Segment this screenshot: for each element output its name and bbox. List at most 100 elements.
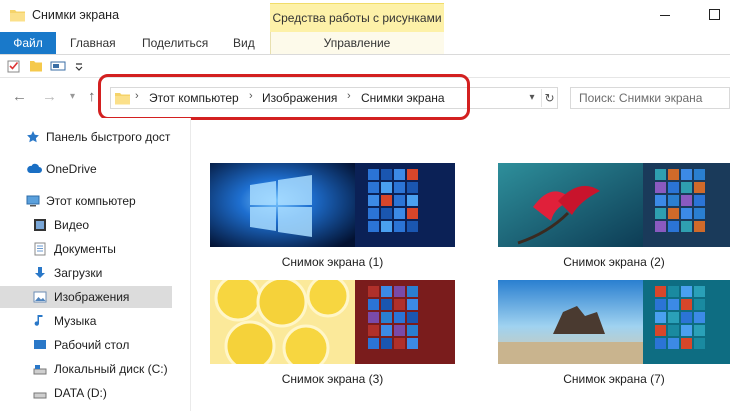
start-tile (668, 169, 679, 180)
start-tile (407, 338, 418, 349)
computer-icon (26, 195, 40, 207)
file-thumbnail-1[interactable] (210, 163, 455, 247)
start-tile (394, 312, 405, 323)
start-tile (394, 325, 405, 336)
refresh-icon[interactable]: ↻ (541, 89, 557, 107)
minimize-button[interactable] (642, 0, 688, 30)
sidebar-item-label: OneDrive (46, 162, 97, 176)
new-folder-icon[interactable] (29, 59, 43, 73)
start-tile (668, 195, 679, 206)
navigation-pane-scrollbar[interactable] (178, 118, 190, 411)
navigation-pane: Панель быстрого дост OneDrive Этот компь… (0, 118, 178, 411)
thumbnail-image (210, 280, 455, 364)
start-tile (655, 299, 666, 310)
up-arrow-icon[interactable]: ↑ (88, 87, 96, 107)
pane-divider (190, 118, 191, 411)
start-tile (655, 325, 666, 336)
pictures-icon (33, 291, 47, 303)
music-icon (34, 315, 43, 326)
address-highlight-annotation (98, 74, 470, 120)
start-tile (655, 169, 666, 180)
start-tile (655, 312, 666, 323)
start-tile (668, 221, 679, 232)
start-tile (694, 338, 705, 349)
drive-icon (33, 392, 47, 399)
start-tile (694, 208, 705, 219)
start-tile (407, 182, 418, 193)
start-tile (694, 195, 705, 206)
tab-file[interactable]: Файл (0, 32, 56, 54)
file-name-7[interactable]: Снимок экрана (7) (498, 372, 730, 386)
sidebar-item-music[interactable]: Музыка (0, 310, 172, 332)
search-placeholder: Поиск: Снимки экрана (579, 91, 703, 105)
sidebar-item-downloads[interactable]: Загрузки (0, 262, 172, 284)
tab-share[interactable]: Поделиться (142, 32, 208, 54)
start-tile (681, 182, 692, 193)
sidebar-item-desktop[interactable]: Рабочий стол (0, 334, 172, 356)
start-tile (407, 312, 418, 323)
start-tile (668, 286, 679, 297)
start-tile (655, 208, 666, 219)
sidebar-item-label: Изображения (54, 290, 130, 304)
start-tile (394, 169, 405, 180)
start-tile (694, 221, 705, 232)
properties-icon[interactable] (7, 59, 21, 73)
rename-icon[interactable] (50, 59, 66, 73)
sidebar-item-label: DATA (D:) (54, 386, 107, 400)
start-tile (381, 169, 392, 180)
file-name-2[interactable]: Снимок экрана (2) (498, 255, 730, 269)
start-tile (655, 182, 666, 193)
start-tile (407, 286, 418, 297)
sidebar-item-data-drive[interactable]: DATA (D:) (0, 382, 172, 404)
file-name-1[interactable]: Снимок экрана (1) (210, 255, 455, 269)
maximize-button[interactable] (690, 0, 730, 30)
start-tile (381, 221, 392, 232)
start-tile (381, 208, 392, 219)
start-tile (681, 312, 692, 323)
sidebar-item-pictures[interactable]: Изображения (0, 286, 172, 308)
chevron-down-icon[interactable]: ▾ (525, 89, 539, 107)
sidebar-item-video[interactable]: Видео (0, 214, 172, 236)
start-tile (694, 325, 705, 336)
start-tile (381, 286, 392, 297)
sidebar-item-label: Панель быстрого дост (46, 130, 171, 144)
tab-manage[interactable]: Управление (270, 32, 444, 54)
start-tile (681, 338, 692, 349)
sidebar-item-this-pc[interactable]: Этот компьютер (0, 190, 172, 212)
customize-toolbar-icon[interactable] (74, 59, 84, 73)
start-tile (368, 221, 379, 232)
forward-arrow-icon[interactable]: → (42, 87, 57, 107)
sidebar-item-documents[interactable]: Документы (0, 238, 172, 260)
sidebar-item-label: Этот компьютер (46, 194, 136, 208)
start-tile (694, 286, 705, 297)
start-tile (368, 286, 379, 297)
start-tile (407, 221, 418, 232)
start-tile (668, 312, 679, 323)
start-tile (407, 195, 418, 206)
start-tile (394, 182, 405, 193)
start-tile (655, 195, 666, 206)
tab-view[interactable]: Вид (233, 32, 255, 54)
sidebar-item-onedrive[interactable]: OneDrive (0, 158, 172, 180)
thumbnail-image (210, 163, 455, 247)
start-tile (655, 221, 666, 232)
contextual-tab-group: Средства работы с рисунками (270, 3, 444, 33)
desktop-icon (34, 340, 46, 349)
search-input[interactable]: Поиск: Снимки экрана (570, 87, 730, 109)
file-thumbnail-3[interactable] (210, 280, 455, 364)
back-arrow-icon[interactable]: ← (12, 87, 27, 107)
start-tile (668, 182, 679, 193)
start-tile (668, 325, 679, 336)
file-name-3[interactable]: Снимок экрана (3) (210, 372, 455, 386)
start-tile (368, 299, 379, 310)
sidebar-item-local-disk[interactable]: Локальный диск (C:) (0, 358, 172, 380)
start-tile (368, 338, 379, 349)
start-tile (694, 182, 705, 193)
sidebar-item-label: Музыка (54, 314, 97, 328)
start-tile (668, 338, 679, 349)
cloud-icon (27, 163, 42, 173)
recent-locations-icon[interactable]: ▾ (70, 87, 75, 107)
sidebar-item-quick-access[interactable]: Панель быстрого дост (0, 126, 172, 148)
tab-home[interactable]: Главная (70, 32, 116, 54)
start-tile (668, 208, 679, 219)
